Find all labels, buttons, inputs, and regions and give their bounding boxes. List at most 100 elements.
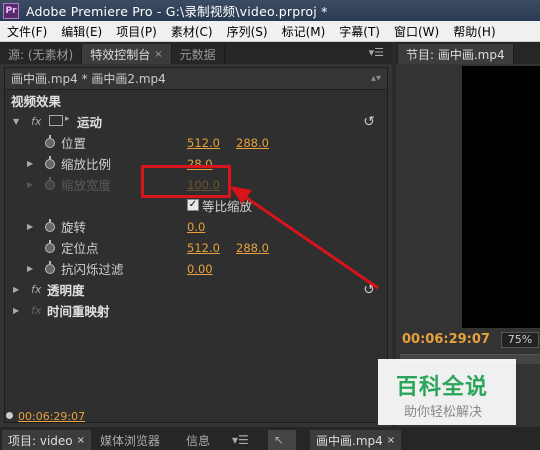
menu-project[interactable]: 项目(P) — [109, 23, 164, 40]
anchor-y-value[interactable]: 288.0 — [236, 241, 269, 255]
reset-icon[interactable]: ↺ — [363, 282, 375, 298]
anchor-x-value[interactable]: 512.0 — [187, 241, 220, 255]
panel-menu-icon[interactable]: ▾☰ — [226, 430, 255, 450]
watermark: 百科全说 助你轻松解决 — [378, 359, 516, 425]
transform-arrow-icon: ▸ — [65, 114, 70, 124]
tab-info-label: 信息 — [186, 433, 211, 448]
uniform-scale-row: ✓ 等比缩放 — [5, 195, 389, 216]
tab-info[interactable]: 信息 — [180, 430, 216, 450]
antiflicker-label: 抗闪烁过滤 — [61, 262, 124, 277]
expand-triangle-icon[interactable]: ▶ — [27, 264, 33, 273]
program-timecode[interactable]: 00:06:29:07 — [402, 332, 490, 347]
anchor-row: 定位点 512.0 288.0 — [5, 237, 389, 258]
fx-badge-icon[interactable]: fx — [31, 283, 41, 296]
tab-program[interactable]: 节目: 画中画.mp4 — [398, 44, 514, 64]
fx-badge-icon: fx — [31, 304, 42, 317]
video-effects-label: 视频效果 — [11, 94, 62, 109]
stopwatch-icon[interactable] — [45, 219, 55, 232]
tab-project-label: 项目: video — [8, 433, 73, 448]
tab-metadata[interactable]: 元数据 — [172, 44, 225, 64]
tab-media-browser-label: 媒体浏览器 — [100, 433, 161, 448]
opacity-row[interactable]: ▶ fx 透明度 ↺ — [5, 279, 389, 300]
menu-sequence[interactable]: 序列(S) — [220, 23, 275, 40]
tab-project[interactable]: 项目: video × — [2, 430, 92, 450]
uniform-scale-label: 等比缩放 — [202, 199, 253, 214]
menu-bar: 文件(F) 编辑(E) 项目(P) 素材(C) 序列(S) 标记(M) 字幕(T… — [0, 21, 540, 42]
highlight-box — [141, 165, 231, 198]
opacity-label: 透明度 — [47, 283, 85, 298]
tab-source-label: 源: (无素材) — [8, 47, 74, 62]
tab-sequence[interactable]: 画中画.mp4 × — [310, 430, 402, 450]
effect-controls-timecode[interactable]: 00:06:29:07 — [18, 410, 85, 423]
watermark-subtitle: 助你轻松解决 — [404, 405, 483, 420]
panel-menu-icon[interactable]: ▾☰ — [369, 46, 384, 59]
title-bar: Pr Adobe Premiere Pro - G:\录制视频\video.pr… — [0, 0, 540, 21]
scale-width-label: 缩放宽度 — [61, 178, 112, 193]
menu-help[interactable]: 帮助(H) — [446, 23, 502, 40]
stopwatch-icon[interactable] — [45, 240, 55, 253]
position-label: 位置 — [61, 136, 87, 151]
expand-triangle-icon[interactable]: ▼ — [13, 117, 19, 126]
clip-header: 画中画.mp4 * 画中画2.mp4 ▴▾ — [5, 68, 387, 90]
left-tab-bar: 源: (无素材) 特效控制台 × 元数据 — [0, 42, 392, 64]
motion-label: 运动 — [77, 115, 103, 130]
scroll-indicator-icon[interactable]: ▴▾ — [371, 73, 381, 84]
close-icon[interactable]: × — [77, 435, 85, 446]
tab-metadata-label: 元数据 — [179, 47, 216, 62]
transform-box-icon[interactable] — [49, 115, 63, 126]
stopwatch-icon[interactable] — [45, 156, 55, 169]
tab-sequence-label: 画中画.mp4 — [316, 433, 383, 448]
tab-effect-controls-label: 特效控制台 — [90, 47, 151, 62]
tab-source[interactable]: 源: (无素材) — [0, 44, 83, 64]
menu-marker[interactable]: 标记(M) — [275, 23, 333, 40]
menu-edit[interactable]: 编辑(E) — [54, 23, 109, 40]
rotation-row: ▶ 旋转 0.0 — [5, 216, 389, 237]
menu-clip[interactable]: 素材(C) — [164, 23, 220, 40]
anchor-label: 定位点 — [61, 241, 99, 256]
antiflicker-value[interactable]: 0.00 — [187, 262, 213, 276]
scale-label: 缩放比例 — [61, 157, 112, 172]
menu-window[interactable]: 窗口(W) — [387, 23, 446, 40]
rotation-value[interactable]: 0.0 — [187, 220, 205, 234]
zoom-select[interactable]: 75% — [501, 332, 539, 348]
expand-triangle-icon[interactable]: ▶ — [27, 222, 33, 231]
right-tab-bar: 节目: 画中画.mp4 — [396, 42, 540, 64]
stopwatch-icon — [45, 177, 55, 190]
clip-header-label: 画中画.mp4 * 画中画2.mp4 — [11, 72, 166, 86]
selection-tool-icon[interactable]: ↖ — [268, 430, 296, 450]
close-icon[interactable]: × — [154, 49, 162, 60]
position-row: 位置 512.0 288.0 — [5, 132, 389, 153]
effect-controls-content: 画中画.mp4 * 画中画2.mp4 ▴▾ 视频效果 ▼ fx ▸ 运动 ↺ 位… — [4, 67, 388, 423]
motion-row[interactable]: ▼ fx ▸ 运动 ↺ — [5, 111, 389, 132]
expand-triangle-icon[interactable]: ▶ — [13, 306, 19, 315]
position-x-value[interactable]: 512.0 — [187, 136, 220, 150]
time-remap-label: 时间重映射 — [47, 304, 110, 319]
tab-media-browser[interactable]: 媒体浏览器 — [94, 430, 166, 450]
position-y-value[interactable]: 288.0 — [236, 136, 269, 150]
time-remap-row[interactable]: ▶ fx 时间重映射 — [5, 300, 389, 321]
effect-controls-footer: 00:06:29:07 — [0, 406, 392, 426]
playhead-dot-icon — [6, 412, 13, 419]
menu-file[interactable]: 文件(F) — [0, 23, 54, 40]
stopwatch-icon[interactable] — [45, 135, 55, 148]
program-video-display — [462, 66, 540, 328]
effect-controls-panel: 源: (无素材) 特效控制台 × 元数据 ▾☰ 画中画.mp4 * 画中画2.m… — [0, 42, 392, 427]
expand-triangle-icon[interactable]: ▶ — [13, 285, 19, 294]
rotation-label: 旋转 — [61, 220, 87, 235]
uniform-scale-checkbox[interactable]: ✓ — [187, 199, 199, 211]
bottom-tab-bar: 项目: video × 媒体浏览器 信息 ▾☰ ↖ 画中画.mp4 × — [0, 427, 540, 450]
expand-triangle-icon: ▶ — [27, 180, 34, 189]
expand-triangle-icon[interactable]: ▶ — [27, 159, 33, 168]
stopwatch-icon[interactable] — [45, 261, 55, 274]
window-title: Adobe Premiere Pro - G:\录制视频\video.prpro… — [26, 4, 328, 19]
premiere-app-icon: Pr — [3, 2, 19, 19]
menu-title[interactable]: 字幕(T) — [332, 23, 387, 40]
watermark-title: 百科全说 — [396, 375, 489, 400]
antiflicker-row: ▶ 抗闪烁过滤 0.00 — [5, 258, 389, 279]
tab-program-label: 节目: 画中画.mp4 — [406, 47, 505, 62]
close-icon[interactable]: × — [387, 435, 395, 446]
tab-effect-controls[interactable]: 特效控制台 × — [82, 44, 172, 64]
video-effects-header: 视频效果 — [5, 90, 389, 111]
fx-badge-icon[interactable]: fx — [31, 115, 41, 128]
reset-icon[interactable]: ↺ — [363, 114, 375, 130]
